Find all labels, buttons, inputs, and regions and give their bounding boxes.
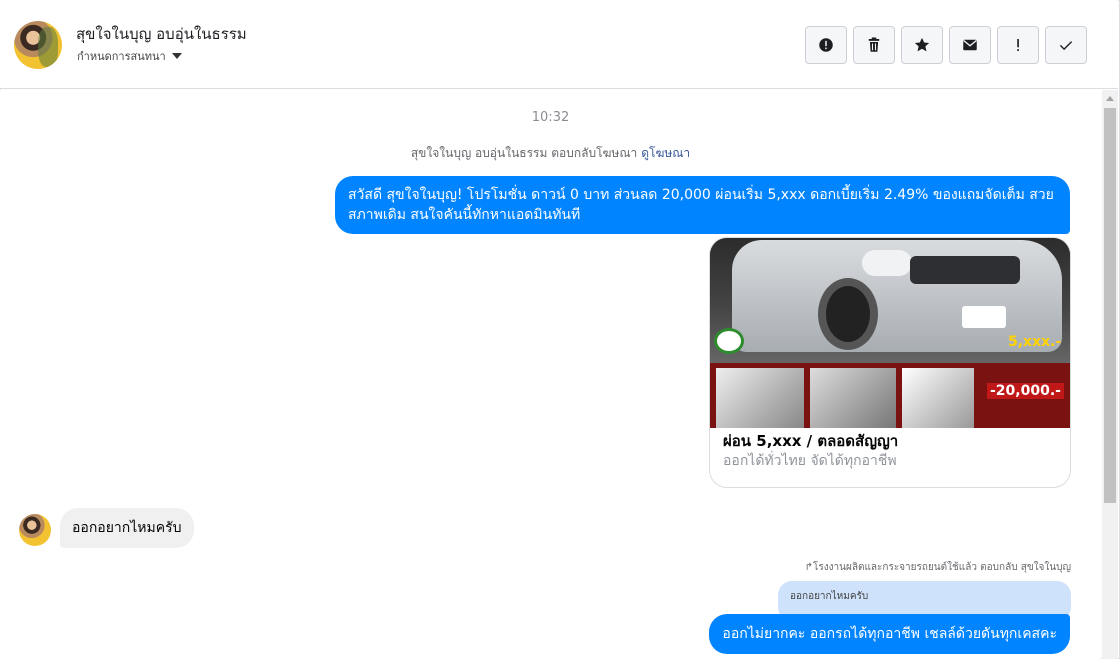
- reply-meta: ↱โรงงานผลิตและกระจายรถยนต์ใช้แล้ว ตอบกลั…: [804, 562, 1071, 573]
- dealer-logo: [714, 328, 744, 354]
- contact-avatar[interactable]: [14, 21, 62, 69]
- thread-scrollbar[interactable]: [1102, 90, 1118, 659]
- ad-card[interactable]: 5,xxx.- -20,000.- ผ่อน 5,xxx / ตลอดสัญญา…: [709, 237, 1071, 488]
- message-thread: 10:32 สุขใจในบุญ อบอุ่นในธรรม ตอบกลับโฆษ…: [0, 90, 1101, 659]
- outgoing-message[interactable]: สวัสดี สุขใจในบุญ! โปรโมชั่น ดาวน์ 0 บาท…: [335, 176, 1070, 234]
- envelope-icon: [963, 39, 977, 51]
- star-icon: [914, 37, 930, 52]
- follow-up-button[interactable]: [901, 26, 943, 64]
- exclamation-icon: [1017, 39, 1019, 51]
- assign-conversation-dropdown[interactable]: กำหนดการสนทนา: [77, 47, 182, 65]
- check-icon: [1059, 41, 1073, 51]
- caret-down-icon: [171, 53, 182, 59]
- truck-grille: [910, 256, 1020, 284]
- assign-conversation-label: กำหนดการสนทนา: [77, 50, 166, 63]
- delete-button[interactable]: [853, 26, 895, 64]
- ad-reply-note: สุขใจในบุญ อบอุ่นในธรรม ตอบกลับโฆษณา ดูโฆ…: [0, 144, 1101, 163]
- truck-plate: [962, 306, 1006, 328]
- done-button[interactable]: [1045, 26, 1087, 64]
- sender-avatar[interactable]: [19, 514, 51, 546]
- message-timestamp: 10:32: [531, 110, 570, 125]
- view-ad-link[interactable]: ดูโฆษณา: [641, 146, 690, 160]
- truck-wheel: [818, 278, 878, 350]
- outgoing-reply-message[interactable]: ออกไม่ยากคะ ออกรถได้ทุกอาชีพ เชลล์ด้วยดั…: [709, 614, 1070, 654]
- truck-headlight: [862, 250, 912, 276]
- ad-card-image[interactable]: 5,xxx.- -20,000.-: [710, 238, 1070, 428]
- scroll-up-arrow-icon[interactable]: [1106, 96, 1114, 101]
- priority-button[interactable]: [997, 26, 1039, 64]
- mark-unread-button[interactable]: [949, 26, 991, 64]
- alert-circle-icon: [819, 38, 833, 52]
- incoming-message[interactable]: ออกอยากไหมครับ: [60, 508, 194, 548]
- contact-name[interactable]: สุขใจในบุญ อบอุ่นในธรรม: [76, 22, 247, 46]
- scrollbar-thumb[interactable]: [1104, 108, 1116, 503]
- spam-button[interactable]: [805, 26, 847, 64]
- ad-card-subtitle: ออกได้ทั่วไทย จัดได้ทุกอาชีพ: [723, 453, 897, 469]
- trash-icon: [868, 37, 880, 52]
- ad-discount-text: -20,000.-: [987, 383, 1064, 399]
- ad-price-text: 5,xxx.-: [1008, 334, 1062, 350]
- interior-photo-2: [810, 368, 896, 428]
- conversation-header: สุขใจในบุญ อบอุ่นในธรรม กำหนดการสนทนา: [0, 0, 1118, 89]
- ad-reply-note-text: สุขใจในบุญ อบอุ่นในธรรม ตอบกลับโฆษณา: [410, 146, 638, 160]
- conversation-actions: [805, 26, 1087, 64]
- interior-photo-3: [902, 368, 974, 428]
- interior-photo-1: [716, 368, 804, 428]
